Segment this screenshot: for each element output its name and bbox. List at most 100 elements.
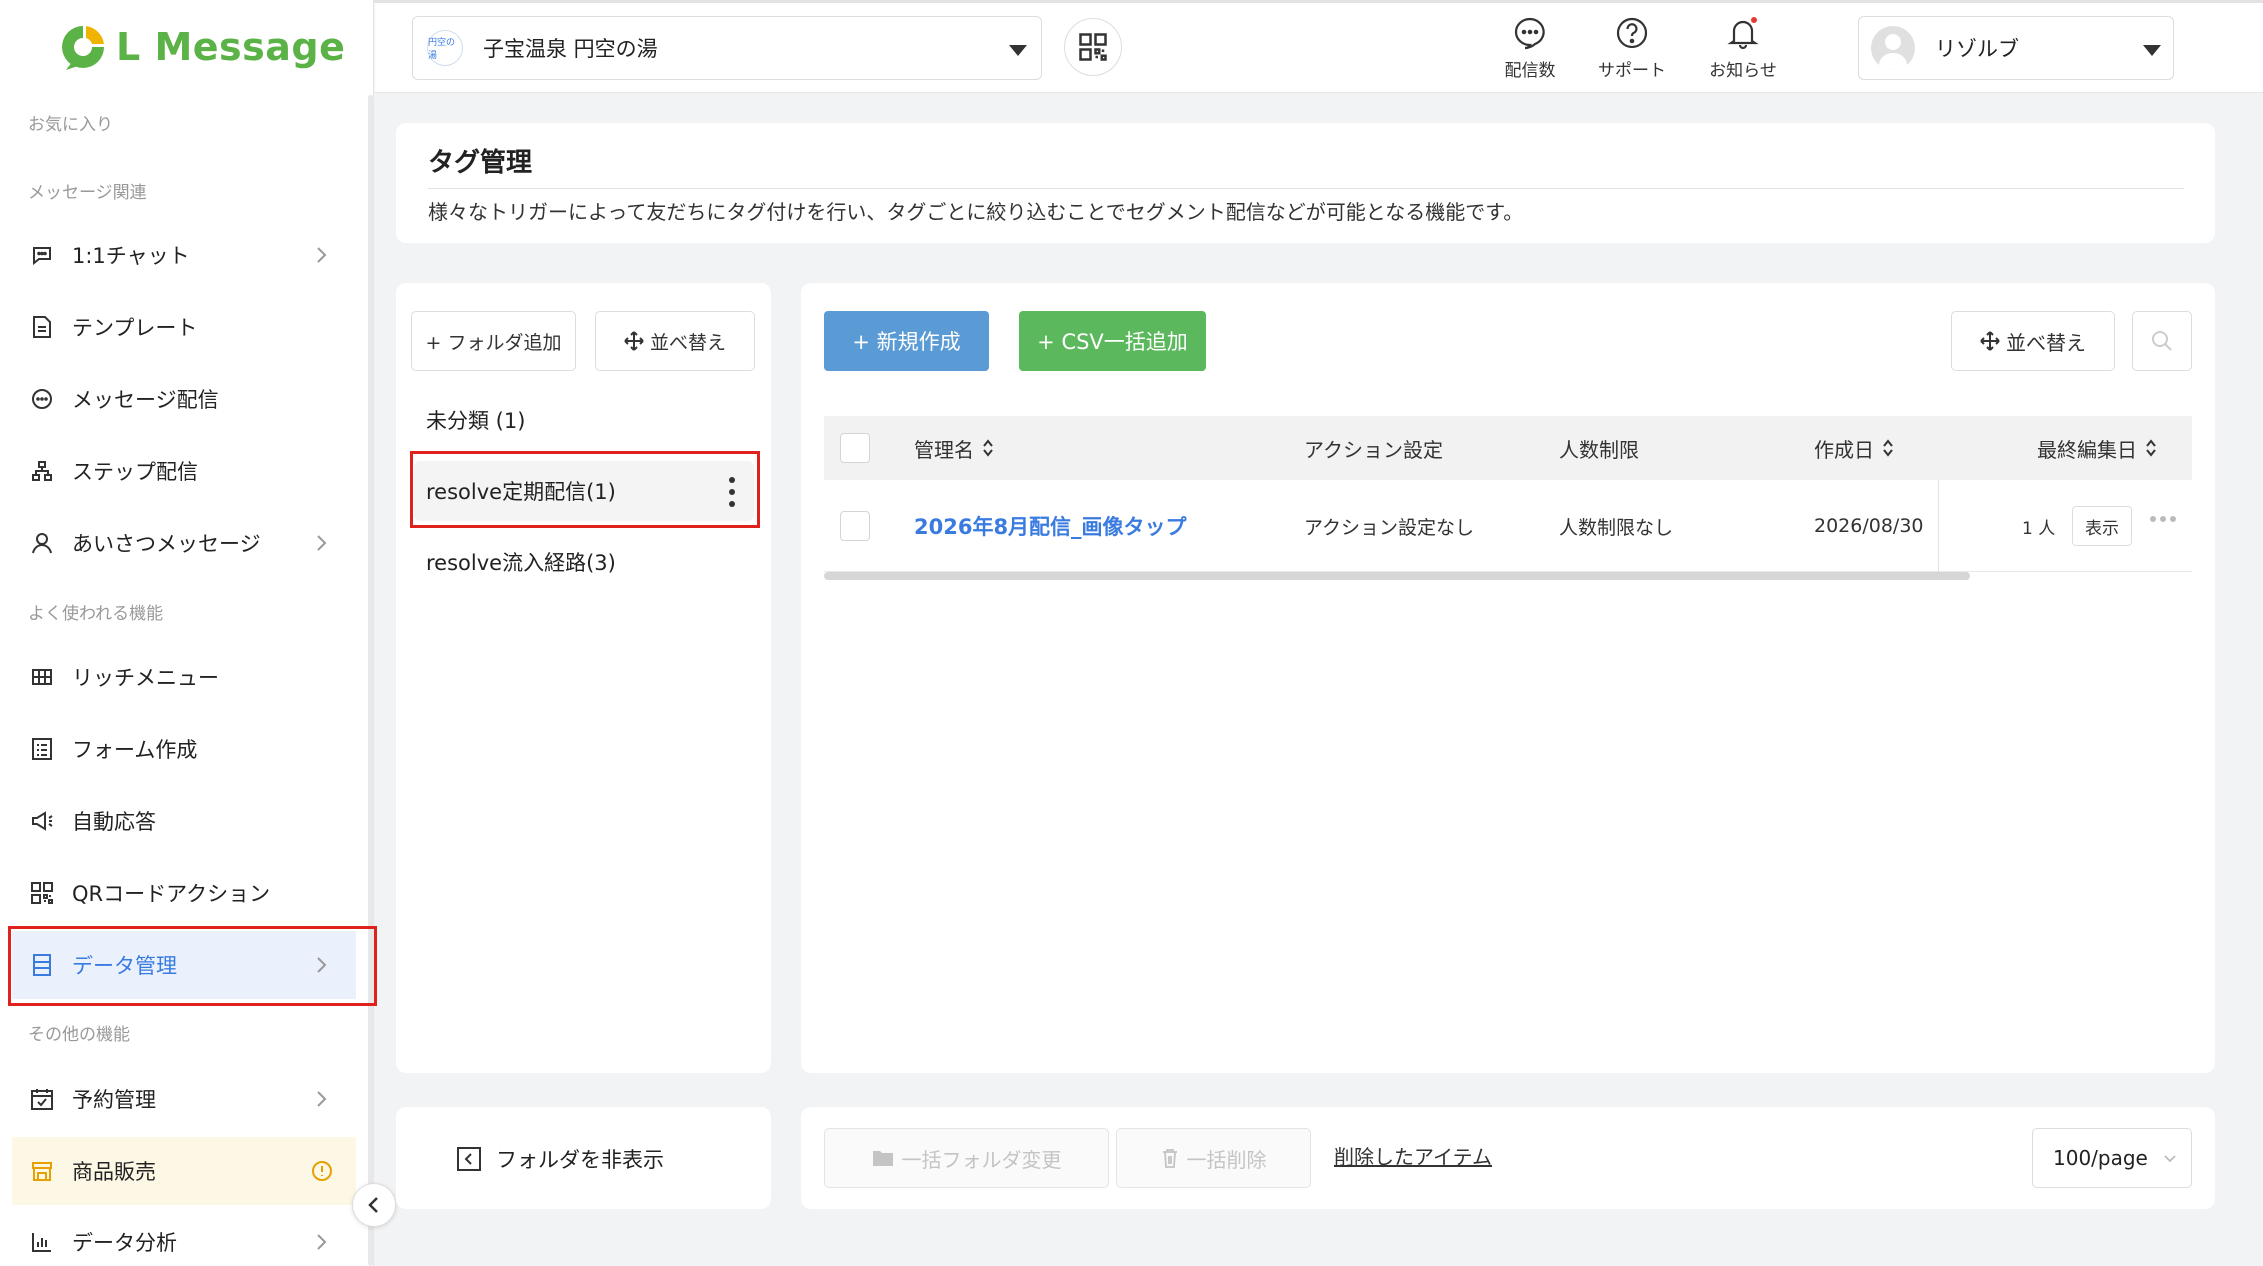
- move-icon: [624, 331, 644, 351]
- sidebar-item-auto-reply[interactable]: 自動応答: [12, 787, 356, 855]
- per-page-value: 100/page: [2053, 1146, 2148, 1170]
- sidebar-item-message-delivery[interactable]: メッセージ配信: [12, 365, 356, 433]
- folder-item-uncategorized[interactable]: 未分類 (1): [414, 390, 754, 450]
- highlight-box-folder: [410, 451, 760, 528]
- limit-setting: 人数制限なし: [1559, 516, 1674, 539]
- section-message: メッセージ関連: [28, 183, 147, 203]
- calendar-icon: [28, 1085, 56, 1113]
- tag-list-panel: [801, 283, 2215, 1073]
- sidebar-item-greeting[interactable]: あいさつメッセージ: [12, 509, 356, 577]
- account-select[interactable]: 円空の湯 子宝温泉 円空の湯: [412, 16, 1042, 80]
- column-header-label: 最終編集日: [2037, 437, 2137, 462]
- row-more-icon[interactable]: [2150, 516, 2176, 522]
- search-icon: [2152, 331, 2172, 351]
- column-header-last-edited[interactable]: 最終編集日: [2037, 416, 2157, 480]
- chevron-right-icon: [310, 531, 334, 555]
- show-friends-button[interactable]: 表示: [2072, 506, 2132, 546]
- step-icon: [28, 457, 56, 485]
- csv-import-button[interactable]: + CSV一括追加: [1019, 311, 1206, 371]
- hide-folders-button[interactable]: フォルダを非表示: [456, 1144, 664, 1174]
- table-horizontal-scrollbar[interactable]: [824, 572, 1970, 580]
- folder-item-resolve-inflow[interactable]: resolve流入経路(3): [414, 532, 754, 592]
- folder-label: 未分類 (1): [426, 409, 526, 433]
- sort-icon: [982, 438, 994, 458]
- sidebar-item-step-delivery[interactable]: ステップ配信: [12, 437, 356, 505]
- qr-button[interactable]: [1064, 18, 1122, 76]
- sidebar-item-chat[interactable]: 1:1チャット: [12, 221, 356, 289]
- message-count-icon: [1514, 17, 1545, 50]
- sidebar-item-label: メッセージ配信: [72, 388, 219, 412]
- alert-icon: [310, 1159, 334, 1183]
- column-header-name[interactable]: 管理名: [914, 416, 994, 480]
- logo-text: L Message: [116, 25, 346, 69]
- notifications-button[interactable]: お知らせ: [1693, 16, 1793, 86]
- account-logo: 円空の湯: [427, 30, 463, 66]
- new-tag-button[interactable]: + 新規作成: [824, 311, 989, 371]
- collapse-panel-icon: [457, 1147, 481, 1171]
- select-all-checkbox[interactable]: [840, 433, 870, 463]
- logo-icon: [58, 22, 108, 72]
- folder-sort-label: 並べ替え: [649, 331, 726, 354]
- sidebar-item-qr-action[interactable]: QRコードアクション: [12, 859, 356, 927]
- chat-icon: [28, 241, 56, 269]
- form-icon: [28, 735, 56, 763]
- sidebar-item-analytics[interactable]: データ分析: [12, 1208, 356, 1266]
- section-other: その他の機能: [28, 1025, 130, 1045]
- sidebar-item-template[interactable]: テンプレート: [12, 293, 356, 361]
- collapse-sidebar-button[interactable]: [352, 1183, 396, 1227]
- header-icon-label: サポート: [1598, 61, 1666, 81]
- sidebar-item-label: テンプレート: [72, 316, 198, 340]
- column-header-label: 管理名: [914, 437, 974, 462]
- sidebar-item-reservation[interactable]: 予約管理: [12, 1065, 356, 1133]
- per-page-select[interactable]: 100/page: [2032, 1128, 2192, 1188]
- new-tag-label: + 新規作成: [852, 330, 961, 354]
- tag-name-link[interactable]: 2026年8月配信_画像タップ: [914, 480, 1187, 572]
- app-logo[interactable]: L Message: [58, 20, 345, 74]
- sidebar-scrollbar[interactable]: [368, 95, 373, 1266]
- bulk-delete-button[interactable]: 一括削除: [1116, 1128, 1311, 1188]
- folder-sort-button[interactable]: 並べ替え: [595, 311, 755, 371]
- sidebar-item-product-sales[interactable]: 商品販売: [12, 1137, 356, 1205]
- column-header-action: アクション設定: [1304, 416, 1443, 480]
- title-divider: [428, 188, 2184, 189]
- show-friends-label: 表示: [2085, 518, 2119, 539]
- shop-icon: [28, 1157, 56, 1185]
- help-icon: [1616, 17, 1648, 49]
- tag-sort-button[interactable]: 並べ替え: [1951, 311, 2115, 371]
- rich-menu-icon: [28, 663, 56, 691]
- sidebar-item-label: データ分析: [72, 1231, 177, 1255]
- header-icon-label: 配信数: [1504, 61, 1556, 81]
- bulk-folder-change-button[interactable]: 一括フォルダ変更: [824, 1128, 1109, 1188]
- sidebar: L Message お気に入り メッセージ関連 1:1チャット テンプレート メ…: [0, 0, 374, 1266]
- column-header-created[interactable]: 作成日: [1814, 416, 1894, 480]
- user-menu[interactable]: リゾルブ: [1858, 16, 2174, 80]
- add-folder-button[interactable]: + フォルダ追加: [411, 311, 576, 371]
- sidebar-item-label: QRコードアクション: [72, 882, 271, 906]
- page-description: 様々なトリガーによって友だちにタグ付けを行い、タグごとに絞り込むことでセグメント…: [428, 200, 1524, 224]
- row-checkbox[interactable]: [840, 511, 870, 541]
- fixed-column-divider: [1938, 480, 1939, 572]
- bulk-folder-label: 一括フォルダ変更: [901, 1147, 1062, 1172]
- chevron-right-icon: [310, 1087, 334, 1111]
- header-icon-label: お知らせ: [1709, 61, 1777, 81]
- add-folder-label: + フォルダ追加: [425, 331, 562, 354]
- section-frequent: よく使われる機能: [28, 604, 164, 624]
- sidebar-item-rich-menu[interactable]: リッチメニュー: [12, 643, 356, 711]
- message-count-button[interactable]: 配信数: [1480, 16, 1580, 86]
- user-name: リゾルブ: [1935, 37, 2019, 61]
- folder-label: resolve流入経路(3): [426, 551, 616, 575]
- highlight-box-sidebar: [8, 926, 377, 1006]
- bell-icon: [1727, 17, 1759, 50]
- chevron-left-icon: [368, 1197, 378, 1213]
- support-button[interactable]: サポート: [1582, 16, 1682, 86]
- page-title: タグ管理: [428, 148, 533, 178]
- created-date: 2026/08/30: [1814, 515, 1924, 537]
- column-header-label: 人数制限: [1559, 437, 1639, 462]
- megaphone-icon: [28, 807, 56, 835]
- tag-sort-label: 並べ替え: [2006, 330, 2086, 355]
- deleted-items-link[interactable]: 削除したアイテム: [1334, 1141, 1492, 1170]
- sidebar-item-label: 予約管理: [72, 1088, 156, 1112]
- table-header: 管理名 アクション設定 人数制限 作成日 最終編集日: [824, 416, 2192, 480]
- sidebar-item-form[interactable]: フォーム作成: [12, 715, 356, 783]
- search-button[interactable]: [2132, 311, 2192, 371]
